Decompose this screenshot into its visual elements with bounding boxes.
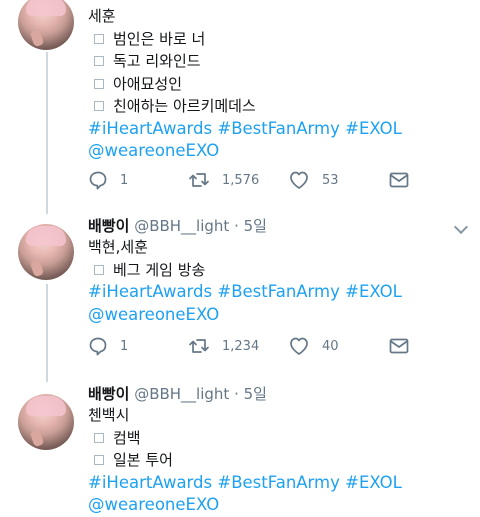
avatar[interactable] [18,394,74,450]
tweet-actions: 1 1,576 53 [88,170,428,192]
thread-line [46,52,48,214]
tweet-header: 배빵이 @BBH__light · 5일 [88,216,466,236]
list-item-text: 컴백 [113,428,141,447]
direct-message-button[interactable] [388,336,410,356]
display-name[interactable]: 배빵이 [88,217,129,235]
direct-message-icon [389,338,409,354]
list-item: 컴백 [88,427,466,450]
bullet-box-icon [94,432,104,443]
bullet-box-icon [94,78,104,89]
list-item: 아애묘성인 [88,73,466,96]
retweet-icon [189,339,209,353]
list-item: 베그 게임 방송 [88,259,466,282]
retweet-count: 1,576 [222,172,260,188]
hashtags-link[interactable]: #iHeartAwards #BestFanArmy #EXOL [88,118,466,141]
like-count: 53 [322,172,339,188]
reply-button[interactable]: 1 [88,336,128,356]
reply-button[interactable]: 1 [88,170,128,190]
reply-count: 1 [120,338,129,354]
like-button[interactable]: 53 [288,170,339,190]
avatar[interactable] [18,224,74,280]
tweet-text-line: 세훈 [88,7,116,25]
list-item-text: 아애묘성인 [113,74,183,93]
reply-count: 1 [120,172,129,188]
retweet-button[interactable]: 1,576 [188,170,259,190]
like-count: 40 [322,338,339,354]
reply-icon [89,171,107,190]
direct-message-icon [389,172,409,188]
list-item: 일본 투어 [88,449,466,472]
list-item: 독고 리와인드 [88,50,466,73]
retweet-icon [189,173,209,187]
tweet-actions: 1 1,234 40 [88,336,428,358]
separator-dot: · [234,217,239,235]
separator-dot: · [234,385,239,403]
bullet-box-icon [94,101,104,112]
list-item: 친애하는 아르키메데스 [88,95,466,118]
user-handle[interactable]: @BBH__light [134,217,229,235]
avatar[interactable] [18,0,74,50]
timestamp[interactable]: 5일 [244,385,267,403]
timestamp[interactable]: 5일 [244,217,267,235]
mention-link[interactable]: @weareoneEXO [88,304,466,327]
list-item-text: 친애하는 아르키메데스 [113,97,256,115]
bullet-box-icon [94,56,104,67]
list-item: 범인은 바로 너 [88,28,466,51]
hashtags-link[interactable]: #iHeartAwards #BestFanArmy #EXOL [88,281,466,304]
like-icon [290,337,308,355]
tweet-text-line: 첸백시 [88,406,130,424]
bullet-box-icon [94,455,104,466]
list-item-text: 베그 게임 방송 [113,260,206,279]
retweet-button[interactable]: 1,234 [188,336,259,356]
tweet-text-line: 백현,세훈 [88,238,148,256]
reply-icon [89,337,107,356]
thread-line [46,284,48,382]
bullet-box-icon [94,33,104,44]
like-button[interactable]: 40 [288,336,339,356]
mention-link[interactable]: @weareoneEXO [88,494,466,517]
like-icon [290,171,308,189]
retweet-count: 1,234 [222,338,260,354]
mention-link[interactable]: @weareoneEXO [88,140,466,163]
display-name[interactable]: 배빵이 [88,385,129,403]
list-item-text: 일본 투어 [113,451,173,469]
bullet-box-icon [94,264,104,275]
list-item-text: 독고 리와인드 [113,52,201,70]
user-handle[interactable]: @BBH__light [134,385,229,403]
direct-message-button[interactable] [388,170,410,190]
hashtags-link[interactable]: #iHeartAwards #BestFanArmy #EXOL [88,472,466,495]
tweet-header: 배빵이 @BBH__light · 5일 [88,384,466,404]
list-item-text: 범인은 바로 너 [113,29,206,48]
